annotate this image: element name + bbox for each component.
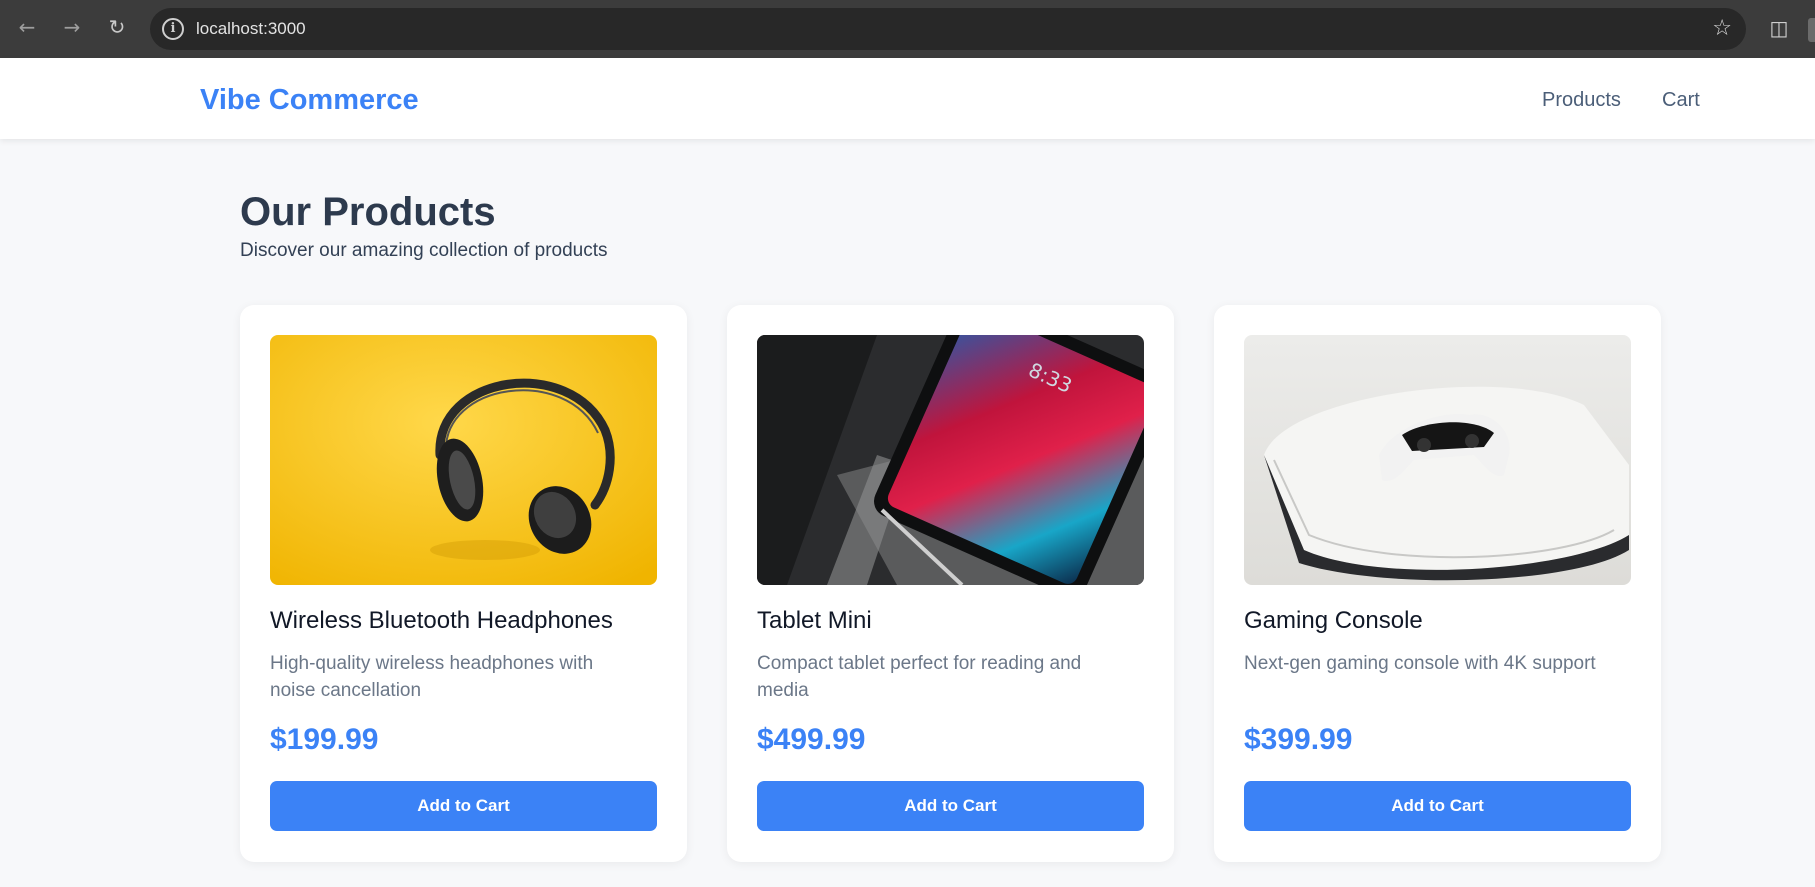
profile-edge-icon[interactable] (1808, 18, 1815, 42)
tablet-image: 8:33 (757, 335, 1144, 585)
page-subtitle: Discover our amazing collection of produ… (240, 240, 608, 261)
add-to-cart-button[interactable]: Add to Cart (757, 781, 1144, 831)
extensions-icon[interactable]: ◫ (1766, 14, 1792, 42)
back-arrow-icon[interactable]: ← (12, 12, 42, 42)
game-console-photo (1244, 335, 1631, 585)
site-header: Vibe Commerce Products Cart (0, 58, 1815, 139)
product-price: $399.99 (1244, 723, 1353, 756)
product-description: High-quality wireless headphones with no… (270, 653, 594, 701)
headphones-photo (270, 335, 657, 585)
headphones-image (270, 335, 657, 585)
product-name: Tablet Mini (757, 607, 872, 634)
product-description: Next-gen gaming console with 4K support (1244, 653, 1596, 674)
address-url[interactable]: localhost:3000 (196, 8, 306, 50)
browser-toolbar: ← → ↻ i localhost:3000 ☆ ◫ (0, 0, 1815, 58)
add-to-cart-button[interactable]: Add to Cart (1244, 781, 1631, 831)
console-image (1244, 335, 1631, 585)
forward-arrow-icon[interactable]: → (57, 12, 87, 42)
nav-link-products[interactable]: Products (1542, 58, 1621, 142)
site-logo[interactable]: Vibe Commerce (200, 58, 419, 142)
product-card: Gaming Console Next-gen gaming console w… (1214, 305, 1661, 862)
product-name: Gaming Console (1244, 607, 1423, 634)
product-description: Compact tablet perfect for reading and m… (757, 653, 1082, 701)
bookmark-star-icon[interactable]: ☆ (1712, 8, 1732, 50)
product-price: $499.99 (757, 723, 866, 756)
product-name: Wireless Bluetooth Headphones (270, 607, 613, 634)
product-card: 8:33 Tablet Mini Compact tablet perfect … (727, 305, 1174, 862)
product-card: Wireless Bluetooth Headphones High-quali… (240, 305, 687, 862)
tablet-photo: 8:33 (757, 335, 1144, 585)
site-info-icon[interactable]: i (162, 18, 184, 40)
address-bar[interactable]: i localhost:3000 ☆ (150, 8, 1746, 50)
add-to-cart-button[interactable]: Add to Cart (270, 781, 657, 831)
product-price: $199.99 (270, 723, 379, 756)
nav-link-cart[interactable]: Cart (1662, 58, 1700, 142)
page-title: Our Products (240, 190, 496, 234)
product-grid: Wireless Bluetooth Headphones High-quali… (240, 305, 1662, 862)
reload-icon[interactable]: ↻ (102, 12, 132, 42)
